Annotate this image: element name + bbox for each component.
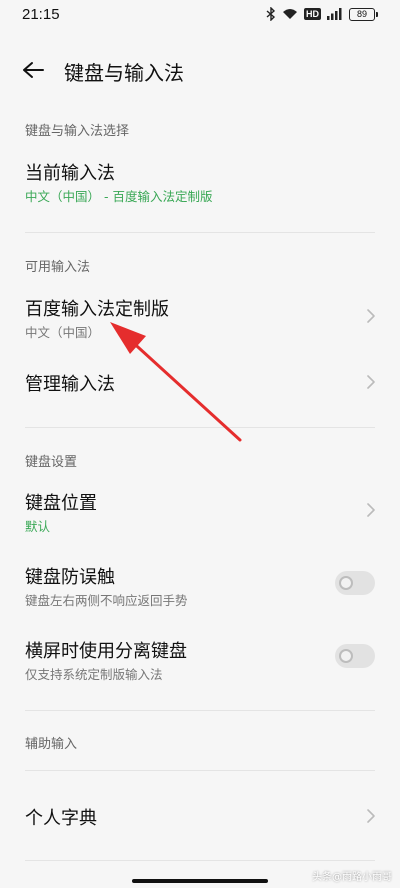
row-subtitle: 中文（中国） - 百度输入法定制版	[25, 189, 213, 204]
row-title: 键盘位置	[25, 493, 97, 514]
signal-icon	[327, 7, 343, 21]
row-keyboard-position[interactable]: 键盘位置 默认	[0, 480, 400, 542]
row-subtitle: 仅支持系统定制版输入法	[25, 667, 163, 682]
chevron-right-icon	[367, 503, 375, 517]
split-keyboard-toggle[interactable]	[335, 644, 375, 668]
row-current-ime[interactable]: 当前输入法 中文（中国） - 百度输入法定制版	[0, 150, 400, 212]
chevron-right-icon	[367, 375, 375, 389]
battery-icon: 89	[349, 7, 378, 21]
row-title: 百度输入法定制版	[25, 299, 169, 320]
watermark: 头条@雨路小雨哥	[312, 868, 392, 883]
home-indicator[interactable]	[132, 879, 268, 883]
row-split-keyboard: 横屏时使用分离键盘 仅支持系统定制版输入法	[0, 628, 400, 690]
status-time: 21:15	[22, 5, 60, 23]
divider	[25, 770, 375, 771]
row-personal-dictionary[interactable]: 个人字典	[0, 794, 400, 838]
row-subtitle: 中文（中国）	[25, 325, 101, 340]
section-label-select: 键盘与输入法选择	[25, 124, 130, 139]
row-manage-ime[interactable]: 管理输入法	[0, 360, 400, 404]
section-label-assist: 辅助输入	[25, 737, 78, 752]
row-title: 管理输入法	[25, 374, 115, 395]
row-subtitle: 默认	[25, 519, 51, 534]
divider	[25, 232, 375, 233]
hd-icon: HD	[304, 8, 321, 20]
divider	[25, 710, 375, 711]
row-title: 键盘防误触	[25, 567, 115, 588]
section-label-keyboard: 键盘设置	[25, 455, 78, 470]
chevron-right-icon	[367, 809, 375, 823]
bluetooth-icon	[266, 7, 276, 21]
status-icons: HD 89	[266, 7, 378, 21]
page-title: 键盘与输入法	[64, 61, 184, 85]
divider	[25, 427, 375, 428]
status-bar: 21:15 HD 89	[0, 0, 400, 28]
row-title: 个人字典	[25, 808, 97, 829]
watermark-text: 头条@雨路小雨哥	[312, 872, 392, 883]
row-baidu-ime[interactable]: 百度输入法定制版 中文（中国）	[0, 286, 400, 348]
battery-level: 89	[349, 7, 375, 21]
wifi-icon	[282, 7, 298, 21]
row-title: 当前输入法	[25, 163, 115, 184]
section-label-available: 可用输入法	[25, 260, 91, 275]
row-title: 横屏时使用分离键盘	[25, 641, 187, 662]
divider	[25, 860, 375, 861]
header: 键盘与输入法	[0, 50, 400, 90]
row-mistouch: 键盘防误触 键盘左右两侧不响应返回手势	[0, 554, 400, 616]
back-arrow-icon	[23, 62, 44, 78]
back-button[interactable]	[20, 58, 46, 82]
mistouch-toggle[interactable]	[335, 571, 375, 595]
chevron-right-icon	[367, 309, 375, 323]
row-subtitle: 键盘左右两侧不响应返回手势	[25, 593, 188, 608]
